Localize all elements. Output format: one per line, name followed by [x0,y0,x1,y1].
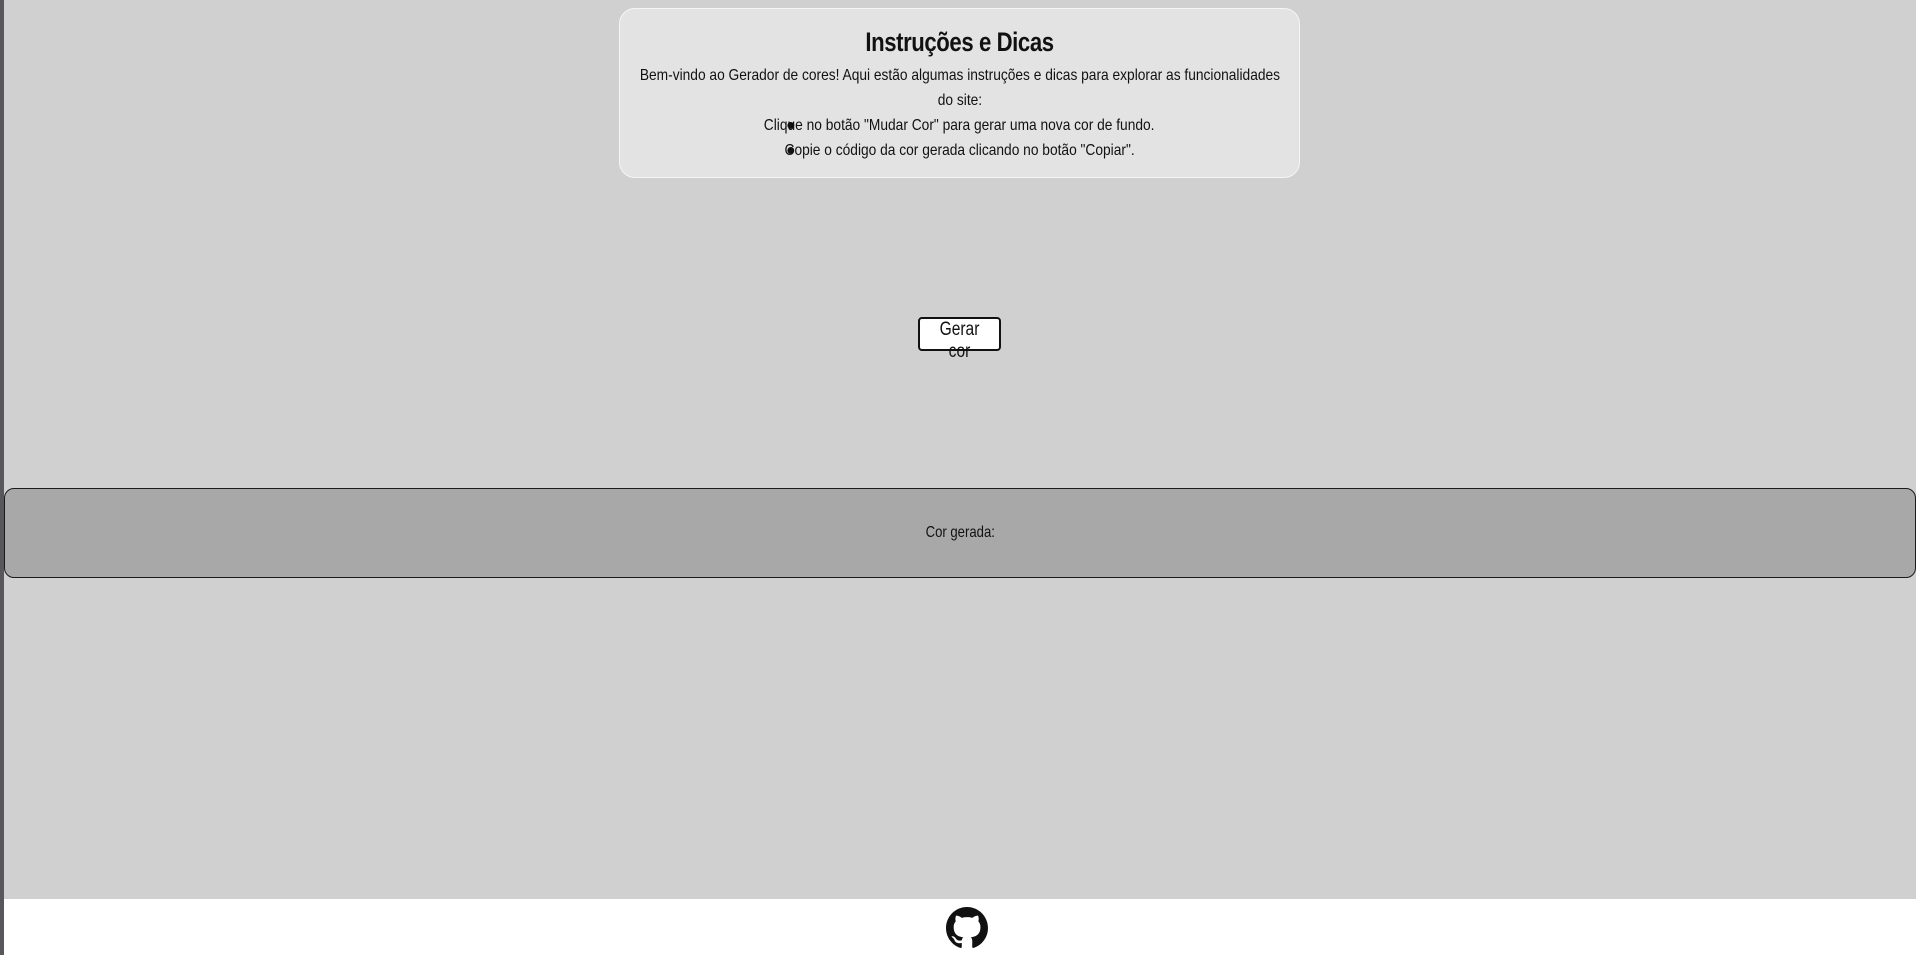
github-icon [946,907,988,948]
instructions-intro: Bem-vindo ao Gerador de cores! Aqui estã… [639,67,1280,109]
tips-list: ● Clique no botão "Mudar Cor" para gerar… [638,113,1281,163]
generate-color-button[interactable]: Gerar cor [918,317,1001,362]
github-link[interactable] [946,907,988,949]
page-background: Instruções e Dicas Bem-vindo ao Gerador … [4,0,1916,899]
generated-color-panel: Cor gerada: [4,488,1916,578]
tip-item: ● Clique no botão "Mudar Cor" para gerar… [638,113,1281,138]
footer [4,899,1916,955]
generate-color-button-label: Gerar cor [939,319,980,362]
tip-text: Copie o código da cor gerada clicando no… [784,142,1135,159]
instructions-card: Instruções e Dicas Bem-vindo ao Gerador … [619,8,1300,178]
instructions-title: Instruções e Dicas [865,27,1054,57]
generated-color-label: Cor gerada: [925,524,995,541]
tip-text: Clique no botão "Mudar Cor" para gerar u… [764,117,1155,134]
tip-item: ● Copie o código da cor gerada clicando … [638,138,1281,163]
